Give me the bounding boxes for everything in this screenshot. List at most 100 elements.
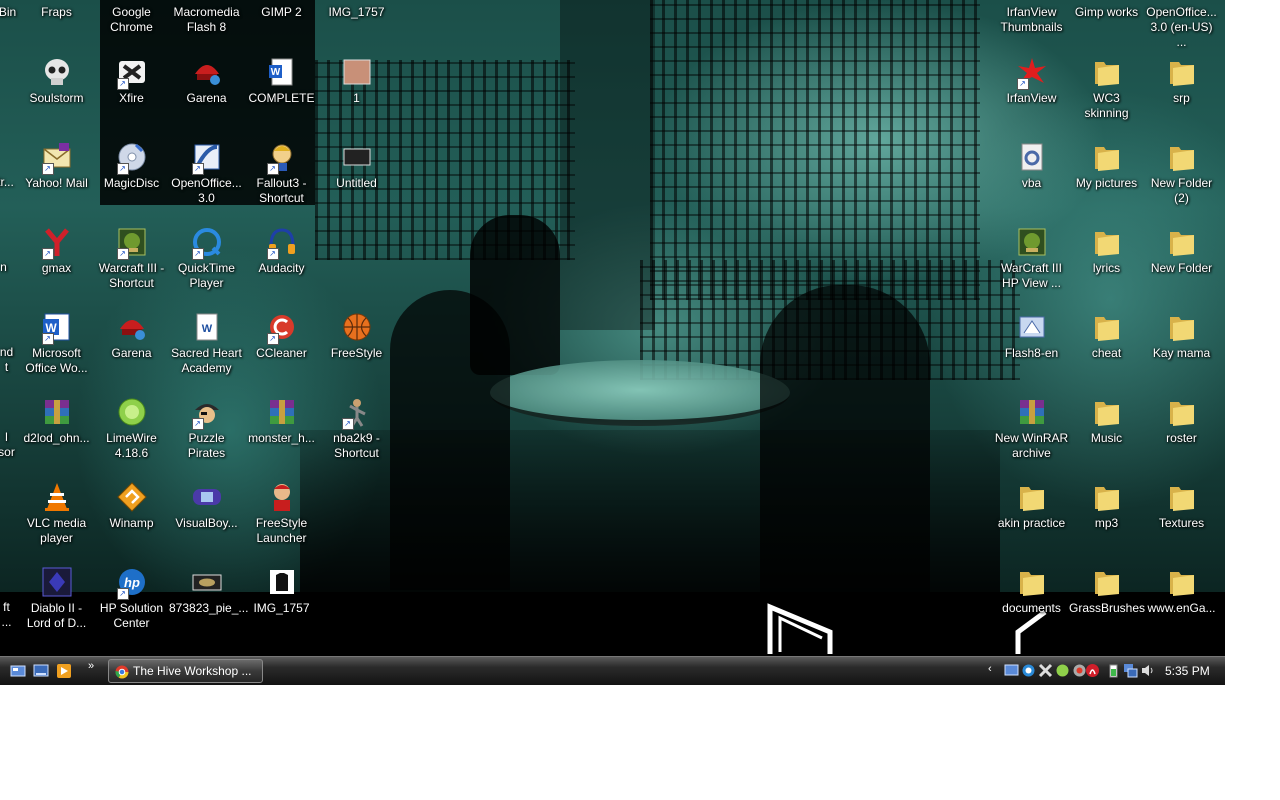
quicktime-icon: ↗ [191,226,223,260]
chat-icon[interactable] [1038,663,1053,678]
desktop-icon-wc3-skinning[interactable]: WC3 skinning [1069,56,1144,121]
desktop-icon-garena-2[interactable]: Garena [169,56,244,106]
folder-icon [1166,141,1198,173]
desktop-icon-img1757-shirt[interactable]: IMG_1757 [244,566,319,616]
desktop-icon-new-folder[interactable]: New Folder [1144,226,1219,276]
desktop-icon-monster[interactable]: monster_h... [244,396,319,446]
wallpaper-table [490,360,790,426]
desktop-icon-my-pictures[interactable]: My pictures [1069,141,1144,191]
desktop-icon-1[interactable]: 1 [319,56,394,106]
taskbar-clock[interactable]: 5:35 PM [1165,664,1210,678]
tray-expand-button[interactable]: ‹ [988,663,992,675]
desktop-icon-label: New Folder (2) [1150,176,1213,205]
headphones-icon: ↗ [266,226,298,260]
folder-icon [1166,566,1198,598]
desktop-icon-nba2k9[interactable]: ↗ nba2k9 - Shortcut [319,396,394,461]
desktop-icon-kay-mama[interactable]: Kay mama [1144,311,1219,361]
desktop-icon-fallout3[interactable]: ↗ Fallout3 - Shortcut [244,141,319,206]
network-icon[interactable] [1004,663,1019,678]
desktop-icon-microsoft-office-word[interactable]: W ↗ Microsoft Office Wo... [19,311,94,376]
desktop-icon-roster[interactable]: roster [1144,396,1219,446]
desktop-icon-gimp[interactable]: GIMP 2 [244,5,319,20]
desktop-icon-yahoo-mail[interactable]: ↗ Yahoo! Mail [19,141,94,191]
desktop-icon-label: Microsoft Office Wo... [25,346,88,375]
taskbar-window-button[interactable]: The Hive Workshop ... [108,659,263,683]
desktop-icon-limewire[interactable]: LimeWire 4.18.6 [94,396,169,461]
desktop-icon-label: Garena [111,346,152,360]
battery-icon[interactable] [1106,663,1121,678]
desktop-icon-d2lod[interactable]: d2lod_ohn... [19,396,94,446]
quick-launch-more-button[interactable]: » [88,660,94,672]
desktop-icon-label: GIMP 2 [261,5,302,19]
desktop-icon-music[interactable]: Music [1069,396,1144,446]
desktop-icon-vlc[interactable]: VLC media player [19,481,94,546]
desktop-icon-warcraft-shortcut[interactable]: ↗ Warcraft III - Shortcut [94,226,169,291]
network-connection-icon[interactable] [1123,663,1138,678]
desktop-icon-visualboy[interactable]: VisualBoy... [169,481,244,531]
desktop-icon-documents[interactable]: documents [994,566,1069,616]
desktop-icon-srp[interactable]: srp [1144,56,1219,106]
desktop-icon-hp-solution-center[interactable]: hp ↗ HP Solution Center [94,566,169,631]
desktop-icon-openoffice[interactable]: ↗ OpenOffice... 3.0 [169,141,244,206]
desktop-icon-label: 873823_pie_... [169,601,249,615]
desktop-icon-grassbrushes[interactable]: GrassBrushes [1069,566,1145,616]
desktop-icon-warcraft-hp-view[interactable]: WarCraft III HP View ... [994,226,1069,291]
desktop-icon-irfanview[interactable]: ↗ IrfanView [994,56,1069,106]
desktop-icon-garena[interactable]: Garena [94,311,169,361]
desktop-icon-freestyle-launcher[interactable]: FreeStyle Launcher [244,481,319,546]
switch-windows-icon[interactable] [33,663,49,679]
desktop-icon-audacity[interactable]: ↗ Audacity [244,226,319,276]
desktop-icon-google-chrome[interactable]: Google Chrome [94,5,169,35]
limewire-icon [116,396,148,428]
update-icon[interactable] [1055,663,1070,678]
desktop-icon-flash8-en[interactable]: Flash8-en [994,311,1069,361]
garena-icon [191,56,223,88]
desktop-icon-diablo[interactable]: Diablo II - Lord of D... [19,566,94,631]
desktop-icon-label: IMG_1757 [328,5,385,19]
desktop-icon-cheat[interactable]: cheat [1069,311,1144,361]
disc-icon: ↗ [116,141,148,175]
desktop-icon-soulstorm[interactable]: Soulstorm [19,56,94,106]
desktop-icon-label: monster_h... [248,431,315,445]
volume-icon[interactable] [1140,663,1155,678]
desktop-icon-label: Yahoo! Mail [25,176,88,190]
vault-boy-icon: ↗ [266,141,298,175]
desktop-icon-fraps[interactable]: Fraps [19,5,94,20]
desktop-icon-quicktime[interactable]: ↗ QuickTime Player [169,226,244,291]
desktop-icon-label: Fraps [41,5,72,19]
desktop-icon-magicdisc[interactable]: ↗ MagicDisc [94,141,169,191]
desktop-icon-img1757[interactable]: IMG_1757 [319,5,394,20]
yahoo-mail-icon: ↗ [41,141,73,175]
desktop-icon-pie-image[interactable]: 873823_pie_... [169,566,249,616]
desktop-icon-freestyle[interactable]: FreeStyle [319,311,394,361]
document-icon: W [191,311,223,343]
desktop-icon-new-winrar-archive[interactable]: New WinRAR archive [994,396,1069,461]
desktop-icon-new-folder-2[interactable]: New Folder (2) [1144,141,1219,206]
desktop-icon-gimp-works[interactable]: Gimp works [1069,5,1144,20]
desktop-icon-label: QuickTime Player [178,261,235,290]
desktop-icon-vba[interactable]: vba [994,141,1069,191]
desktop-icon-label: 1 [353,91,360,105]
desktop-icon-mp3[interactable]: mp3 [1069,481,1144,531]
desktop-icon-irfanview-thumbnails[interactable]: IrfanView Thumbnails [994,5,1069,35]
desktop-icon-ccleaner[interactable]: ↗ CCleaner [244,311,319,361]
desktop-icon-engames[interactable]: www.enGa... [1144,566,1219,616]
desktop-icon-puzzle-pirates[interactable]: ↗ Puzzle Pirates [169,396,244,461]
desktop-icon-lyrics[interactable]: lyrics [1069,226,1144,276]
media-player-icon[interactable] [56,663,72,679]
adobe-icon[interactable] [1085,663,1100,678]
vlc-cone-icon [41,481,73,513]
desktop-icon-akin-practice[interactable]: akin practice [994,481,1069,531]
desktop-icon-xfire[interactable]: ↗ Xfire [94,56,169,106]
desktop-icon-label: IMG_1757 [253,601,310,615]
desktop-icon-gmax[interactable]: ↗ gmax [19,226,94,276]
desktop-icon-openoffice-en-us[interactable]: OpenOffice... 3.0 (en-US) ... [1144,5,1219,50]
desktop-icon-macromedia-flash[interactable]: Macromedia Flash 8 [169,5,244,35]
security-icon[interactable] [1021,663,1036,678]
desktop-icon-complete[interactable]: W COMPLETE [244,56,319,106]
desktop-icon-untitled[interactable]: Untitled [319,141,394,191]
desktop-icon-textures[interactable]: Textures [1144,481,1219,531]
show-desktop-icon[interactable] [10,663,26,679]
desktop-icon-sacred-heart[interactable]: W Sacred Heart Academy [169,311,244,376]
desktop-icon-winamp[interactable]: Winamp [94,481,169,531]
